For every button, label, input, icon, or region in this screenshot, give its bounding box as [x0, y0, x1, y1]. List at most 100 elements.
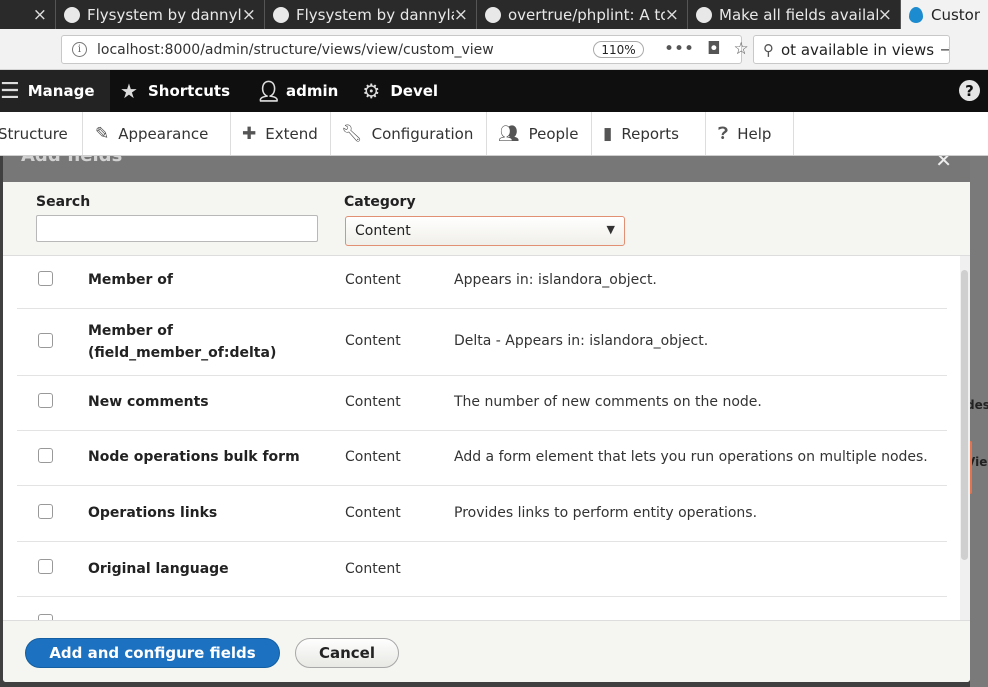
hamburger-icon: ☰: [0, 78, 20, 104]
search-input[interactable]: [36, 215, 318, 242]
tray-item-reports[interactable]: ▮ Reports: [592, 112, 706, 155]
url-actions: ••• ◘ ☆: [664, 39, 749, 59]
tray-label: Extend: [265, 124, 318, 143]
field-description: Delta - Appears in: islandora_object.: [454, 333, 709, 349]
star-icon: ★: [120, 79, 138, 103]
close-icon[interactable]: ×: [878, 5, 892, 25]
more-actions-icon[interactable]: •••: [664, 39, 694, 59]
tray-label: Configuration: [371, 124, 474, 143]
browser-tab-active[interactable]: Custom: [901, 0, 988, 29]
brush-icon: ✎: [95, 123, 110, 144]
bookmark-star-icon[interactable]: ☆: [734, 39, 749, 59]
admin-tray: Structure ✎ Appearance ✚ Extend 🔧︎ Confi…: [0, 112, 988, 156]
tab-label: Flysystem by dannylar: [296, 5, 454, 24]
tray-label: Structure: [0, 124, 68, 143]
github-icon: [273, 6, 289, 23]
category-label: Category: [344, 194, 416, 210]
table-row: Operations links Content Provides links …: [17, 486, 947, 542]
field-description: Add a form element that lets you run ope…: [454, 449, 928, 465]
row-checkbox[interactable]: [38, 271, 53, 286]
help-icon[interactable]: ?: [959, 80, 980, 101]
cancel-button[interactable]: Cancel: [295, 638, 399, 668]
gear-icon: ⚙: [362, 79, 381, 103]
field-category: Content: [345, 505, 401, 521]
close-icon[interactable]: ×: [242, 5, 256, 25]
table-row: Member of Content Appears in: islandora_…: [17, 256, 947, 309]
category-select-value: Content: [355, 223, 411, 239]
tab-close-area[interactable]: ×: [0, 0, 56, 29]
dialog-titlebar: Add fields ✕: [3, 156, 970, 182]
drupal-icon: [909, 6, 923, 23]
field-category: Content: [345, 449, 401, 465]
field-name: Operations links: [88, 505, 218, 521]
field-name: Member of: [88, 272, 174, 288]
search-text[interactable]: ot available in views: [781, 41, 934, 59]
close-icon[interactable]: ×: [33, 5, 47, 25]
row-checkbox[interactable]: [38, 333, 53, 348]
browser-tab-4[interactable]: Make all fields availab ×: [688, 0, 901, 29]
question-icon: ❓︎: [718, 123, 729, 144]
tray-item-configuration[interactable]: 🔧︎ Configuration: [331, 112, 487, 155]
search-label: Search: [36, 194, 91, 210]
toolbar-manage-label: Manage: [27, 82, 95, 100]
toolbar-shortcuts[interactable]: ★ Shortcuts: [110, 70, 244, 112]
url-bar[interactable]: i localhost:8000/admin/structure/views/v…: [61, 35, 749, 64]
row-checkbox[interactable]: [38, 448, 53, 463]
arrow-right-icon[interactable]: →: [940, 40, 949, 59]
add-and-configure-fields-button[interactable]: Add and configure fields: [25, 638, 280, 668]
table-row: Original language Content: [17, 542, 947, 597]
browser-tab-3[interactable]: overtrue/phplint: A to ×: [477, 0, 688, 29]
category-select[interactable]: Content ▼: [345, 216, 625, 246]
add-fields-dialog: Add fields ✕ Search Category Content ▼ M…: [3, 156, 970, 682]
field-category: Content: [345, 272, 401, 288]
dialog-footer: Add and configure fields Cancel: [3, 620, 970, 682]
list-scrollbar[interactable]: [960, 256, 970, 620]
close-icon[interactable]: ✕: [935, 156, 952, 172]
puzzle-icon: ✚: [242, 123, 257, 144]
close-icon[interactable]: ×: [454, 5, 468, 25]
tab-label: Flysystem by dannylar: [87, 5, 242, 24]
tab-label: overtrue/phplint: A to: [508, 5, 665, 24]
row-checkbox[interactable]: [38, 559, 53, 574]
github-icon: [64, 6, 80, 23]
field-name: Original language: [88, 561, 229, 577]
tray-label: Help: [737, 124, 772, 143]
field-category: Content: [345, 394, 401, 410]
tab-label: Custom: [931, 5, 980, 24]
tray-item-extend[interactable]: ✚ Extend: [231, 112, 331, 155]
row-checkbox[interactable]: [38, 504, 53, 519]
toolbar-manage[interactable]: ☰ Manage: [0, 70, 110, 112]
dialog-filters: Search Category Content ▼: [3, 182, 970, 256]
field-description: The number of new comments on the node.: [454, 394, 762, 410]
tray-item-people[interactable]: 👥︎ People: [487, 112, 592, 155]
background-page-edge: [970, 156, 988, 687]
scrollbar-thumb[interactable]: [961, 270, 968, 560]
tray-label: People: [528, 124, 579, 143]
toolbar-shortcuts-label: Shortcuts: [148, 82, 231, 100]
tray-item-help[interactable]: ❓︎ Help: [706, 112, 794, 155]
bar-chart-icon: ▮: [603, 123, 613, 144]
close-icon[interactable]: ×: [665, 5, 679, 25]
toolbar-user-label: admin: [286, 82, 339, 100]
info-icon[interactable]: i: [72, 42, 87, 57]
wrench-icon: 🔧︎: [341, 123, 363, 144]
toolbar-devel-label: Devel: [390, 82, 439, 100]
tray-item-structure[interactable]: Structure: [0, 112, 83, 155]
row-checkbox[interactable]: [38, 393, 53, 408]
field-description: Provides links to perform entity operati…: [454, 505, 758, 521]
field-category: Content: [345, 561, 401, 577]
pocket-icon[interactable]: ◘: [707, 39, 720, 59]
tray-item-appearance[interactable]: ✎ Appearance: [83, 112, 231, 155]
browser-nav-bar: i localhost:8000/admin/structure/views/v…: [0, 29, 988, 70]
toolbar-devel[interactable]: ⚙ Devel: [352, 70, 452, 112]
browser-tab-bar: × Flysystem by dannylar × Flysystem by d…: [0, 0, 988, 29]
browser-tab-1[interactable]: Flysystem by dannylar ×: [56, 0, 265, 29]
toolbar-user[interactable]: 👤︎ admin: [244, 70, 352, 112]
url-text[interactable]: localhost:8000/admin/structure/views/vie…: [97, 42, 494, 58]
browser-search-input[interactable]: ⚲ ot available in views →: [753, 35, 950, 64]
field-description: Appears in: islandora_object.: [454, 272, 657, 288]
tab-label: Make all fields availab: [719, 5, 878, 24]
tray-label: Appearance: [118, 124, 209, 143]
browser-tab-2[interactable]: Flysystem by dannylar ×: [265, 0, 477, 29]
zoom-badge[interactable]: 110%: [593, 41, 644, 58]
